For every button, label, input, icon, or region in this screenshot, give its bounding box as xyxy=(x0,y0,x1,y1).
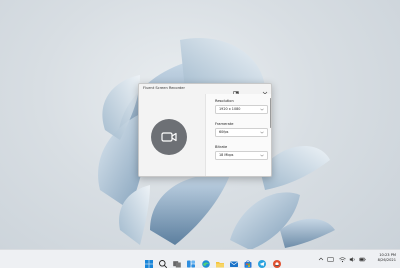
resolution-value: 1920 x 1080 xyxy=(219,107,241,112)
volume-icon[interactable] xyxy=(349,256,356,263)
store-icon[interactable] xyxy=(243,254,253,268)
search-icon[interactable] xyxy=(158,254,168,268)
clock-date: 8/26/2021 xyxy=(377,258,396,262)
window-title: Fluent Screen Recorder xyxy=(143,86,185,90)
framerate-value: 60fps xyxy=(219,130,229,135)
chevron-up-icon[interactable] xyxy=(318,256,324,262)
windows-start-icon[interactable] xyxy=(144,254,154,268)
bitrate-dropdown[interactable]: 18 Mbps xyxy=(215,151,268,160)
battery-icon[interactable] xyxy=(359,256,366,263)
chevron-down-icon xyxy=(260,154,264,157)
keyboard-icon[interactable] xyxy=(327,256,334,263)
settings-pane: Resolution 1920 x 1080 Framerate 60fps B… xyxy=(205,94,271,176)
record-button[interactable] xyxy=(151,119,187,155)
telegram-icon[interactable] xyxy=(257,254,267,268)
recorder-app-icon[interactable] xyxy=(272,254,282,268)
title-bar[interactable]: Fluent Screen Recorder xyxy=(139,84,271,97)
close-icon[interactable] xyxy=(260,84,270,97)
mail-icon[interactable] xyxy=(229,254,239,267)
bitrate-value: 18 Mbps xyxy=(219,153,234,158)
chevron-down-icon xyxy=(260,108,264,111)
compact-overlay-icon[interactable] xyxy=(231,84,241,97)
settings-scrollbar[interactable] xyxy=(269,98,271,128)
record-pane xyxy=(139,94,205,176)
clock[interactable]: 10:23 PM 8/26/2021 xyxy=(378,253,396,263)
video-camera-icon xyxy=(161,132,177,142)
framerate-dropdown[interactable]: 60fps xyxy=(215,128,268,137)
running-indicator xyxy=(275,264,279,266)
edge-icon[interactable] xyxy=(201,254,211,268)
bitrate-label: Bitrate xyxy=(215,145,228,149)
framerate-label: Framerate xyxy=(215,122,234,126)
wifi-icon[interactable] xyxy=(339,256,346,263)
explorer-icon[interactable] xyxy=(215,254,225,267)
resolution-dropdown[interactable]: 1920 x 1080 xyxy=(215,105,268,114)
recorder-window: Fluent Screen Recorder Resolution 1920 x… xyxy=(138,83,272,177)
widgets-icon[interactable] xyxy=(186,254,196,267)
system-tray xyxy=(318,250,368,268)
taskbar: 10:23 PM 8/26/2021 xyxy=(0,249,400,268)
resolution-label: Resolution xyxy=(215,99,234,103)
chevron-down-icon xyxy=(260,131,264,134)
task-view-icon[interactable] xyxy=(172,254,182,267)
